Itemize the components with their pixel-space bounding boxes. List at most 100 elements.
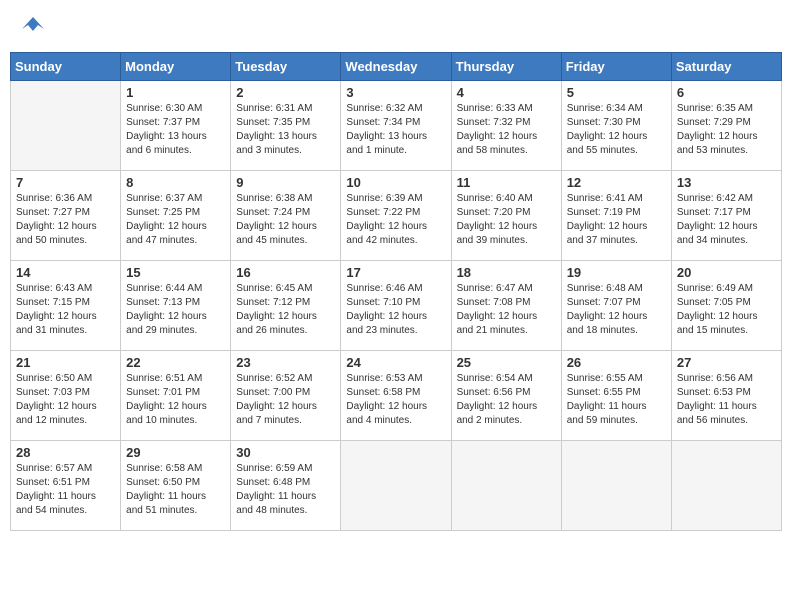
- calendar-cell: 11 Sunrise: 6:40 AMSunset: 7:20 PMDayligh…: [451, 171, 561, 261]
- day-number: 2: [236, 85, 335, 100]
- weekday-header: Monday: [121, 53, 231, 81]
- day-number: 4: [457, 85, 556, 100]
- day-number: 22: [126, 355, 225, 370]
- cell-info: Sunrise: 6:52 AMSunset: 7:00 PMDaylight:…: [236, 372, 335, 428]
- day-number: 8: [126, 175, 225, 190]
- day-number: 19: [567, 265, 666, 280]
- cell-info: Sunrise: 6:38 AMSunset: 7:24 PMDaylight:…: [236, 192, 335, 248]
- calendar-cell: 15 Sunrise: 6:44 AMSunset: 7:13 PMDayligh…: [121, 261, 231, 351]
- cell-info: Sunrise: 6:44 AMSunset: 7:13 PMDaylight:…: [126, 282, 225, 338]
- calendar-cell: 21 Sunrise: 6:50 AMSunset: 7:03 PMDayligh…: [11, 351, 121, 441]
- cell-info: Sunrise: 6:49 AMSunset: 7:05 PMDaylight:…: [677, 282, 776, 338]
- day-number: 1: [126, 85, 225, 100]
- cell-info: Sunrise: 6:55 AMSunset: 6:55 PMDaylight:…: [567, 372, 666, 428]
- day-number: 20: [677, 265, 776, 280]
- calendar-cell: 2 Sunrise: 6:31 AMSunset: 7:35 PMDaylight…: [231, 81, 341, 171]
- calendar-cell: [561, 441, 671, 531]
- cell-info: Sunrise: 6:45 AMSunset: 7:12 PMDaylight:…: [236, 282, 335, 338]
- cell-info: Sunrise: 6:48 AMSunset: 7:07 PMDaylight:…: [567, 282, 666, 338]
- day-number: 23: [236, 355, 335, 370]
- calendar-cell: 25 Sunrise: 6:54 AMSunset: 6:56 PMDayligh…: [451, 351, 561, 441]
- calendar-cell: 28 Sunrise: 6:57 AMSunset: 6:51 PMDayligh…: [11, 441, 121, 531]
- weekday-header: Tuesday: [231, 53, 341, 81]
- header: [10, 10, 782, 44]
- day-number: 3: [346, 85, 445, 100]
- cell-info: Sunrise: 6:30 AMSunset: 7:37 PMDaylight:…: [126, 102, 225, 158]
- cell-info: Sunrise: 6:50 AMSunset: 7:03 PMDaylight:…: [16, 372, 115, 428]
- calendar-cell: 4 Sunrise: 6:33 AMSunset: 7:32 PMDaylight…: [451, 81, 561, 171]
- cell-info: Sunrise: 6:58 AMSunset: 6:50 PMDaylight:…: [126, 462, 225, 518]
- cell-info: Sunrise: 6:37 AMSunset: 7:25 PMDaylight:…: [126, 192, 225, 248]
- calendar-cell: [671, 441, 781, 531]
- calendar: SundayMondayTuesdayWednesdayThursdayFrid…: [10, 52, 782, 531]
- calendar-header-row: SundayMondayTuesdayWednesdayThursdayFrid…: [11, 53, 782, 81]
- calendar-cell: 20 Sunrise: 6:49 AMSunset: 7:05 PMDayligh…: [671, 261, 781, 351]
- calendar-cell: 8 Sunrise: 6:37 AMSunset: 7:25 PMDaylight…: [121, 171, 231, 261]
- calendar-cell: [341, 441, 451, 531]
- calendar-cell: [451, 441, 561, 531]
- cell-info: Sunrise: 6:46 AMSunset: 7:10 PMDaylight:…: [346, 282, 445, 338]
- calendar-cell: 16 Sunrise: 6:45 AMSunset: 7:12 PMDayligh…: [231, 261, 341, 351]
- day-number: 21: [16, 355, 115, 370]
- weekday-header: Wednesday: [341, 53, 451, 81]
- day-number: 16: [236, 265, 335, 280]
- day-number: 24: [346, 355, 445, 370]
- day-number: 28: [16, 445, 115, 460]
- calendar-cell: 26 Sunrise: 6:55 AMSunset: 6:55 PMDayligh…: [561, 351, 671, 441]
- cell-info: Sunrise: 6:33 AMSunset: 7:32 PMDaylight:…: [457, 102, 556, 158]
- cell-info: Sunrise: 6:40 AMSunset: 7:20 PMDaylight:…: [457, 192, 556, 248]
- cell-info: Sunrise: 6:57 AMSunset: 6:51 PMDaylight:…: [16, 462, 115, 518]
- day-number: 27: [677, 355, 776, 370]
- cell-info: Sunrise: 6:39 AMSunset: 7:22 PMDaylight:…: [346, 192, 445, 248]
- day-number: 12: [567, 175, 666, 190]
- calendar-cell: 17 Sunrise: 6:46 AMSunset: 7:10 PMDayligh…: [341, 261, 451, 351]
- calendar-row: 7Sunrise: 6:36 AMSunset: 7:27 PMDaylight…: [11, 171, 782, 261]
- calendar-row: 21 Sunrise: 6:50 AMSunset: 7:03 PMDayligh…: [11, 351, 782, 441]
- day-number: 25: [457, 355, 556, 370]
- cell-info: Sunrise: 6:34 AMSunset: 7:30 PMDaylight:…: [567, 102, 666, 158]
- day-number: 10: [346, 175, 445, 190]
- day-number: 6: [677, 85, 776, 100]
- cell-info: Sunrise: 6:41 AMSunset: 7:19 PMDaylight:…: [567, 192, 666, 248]
- logo-bird-icon: [22, 15, 44, 33]
- calendar-cell: 27 Sunrise: 6:56 AMSunset: 6:53 PMDayligh…: [671, 351, 781, 441]
- calendar-cell: 12 Sunrise: 6:41 AMSunset: 7:19 PMDayligh…: [561, 171, 671, 261]
- day-number: 15: [126, 265, 225, 280]
- cell-info: Sunrise: 6:53 AMSunset: 6:58 PMDaylight:…: [346, 372, 445, 428]
- day-number: 18: [457, 265, 556, 280]
- calendar-cell: 18Sunrise: 6:47 AMSunset: 7:08 PMDayligh…: [451, 261, 561, 351]
- calendar-cell: 30Sunrise: 6:59 AMSunset: 6:48 PMDayligh…: [231, 441, 341, 531]
- day-number: 11: [457, 175, 556, 190]
- calendar-cell: 13 Sunrise: 6:42 AMSunset: 7:17 PMDayligh…: [671, 171, 781, 261]
- day-number: 30: [236, 445, 335, 460]
- logo: [20, 15, 44, 39]
- calendar-cell: 9 Sunrise: 6:38 AMSunset: 7:24 PMDaylight…: [231, 171, 341, 261]
- calendar-cell: 1 Sunrise: 6:30 AMSunset: 7:37 PMDaylight…: [121, 81, 231, 171]
- day-number: 29: [126, 445, 225, 460]
- cell-info: Sunrise: 6:42 AMSunset: 7:17 PMDaylight:…: [677, 192, 776, 248]
- cell-info: Sunrise: 6:35 AMSunset: 7:29 PMDaylight:…: [677, 102, 776, 158]
- calendar-cell: 22 Sunrise: 6:51 AMSunset: 7:01 PMDayligh…: [121, 351, 231, 441]
- cell-info: Sunrise: 6:32 AMSunset: 7:34 PMDaylight:…: [346, 102, 445, 158]
- cell-info: Sunrise: 6:43 AMSunset: 7:15 PMDaylight:…: [16, 282, 115, 338]
- day-number: 9: [236, 175, 335, 190]
- calendar-row: 14Sunrise: 6:43 AMSunset: 7:15 PMDayligh…: [11, 261, 782, 351]
- calendar-cell: 10 Sunrise: 6:39 AMSunset: 7:22 PMDayligh…: [341, 171, 451, 261]
- weekday-header: Friday: [561, 53, 671, 81]
- day-number: 13: [677, 175, 776, 190]
- day-number: 26: [567, 355, 666, 370]
- cell-info: Sunrise: 6:31 AMSunset: 7:35 PMDaylight:…: [236, 102, 335, 158]
- cell-info: Sunrise: 6:51 AMSunset: 7:01 PMDaylight:…: [126, 372, 225, 428]
- calendar-cell: 6 Sunrise: 6:35 AMSunset: 7:29 PMDaylight…: [671, 81, 781, 171]
- weekday-header: Thursday: [451, 53, 561, 81]
- calendar-cell: 5Sunrise: 6:34 AMSunset: 7:30 PMDaylight…: [561, 81, 671, 171]
- day-number: 17: [346, 265, 445, 280]
- cell-info: Sunrise: 6:56 AMSunset: 6:53 PMDaylight:…: [677, 372, 776, 428]
- calendar-cell: 29 Sunrise: 6:58 AMSunset: 6:50 PMDayligh…: [121, 441, 231, 531]
- cell-info: Sunrise: 6:54 AMSunset: 6:56 PMDaylight:…: [457, 372, 556, 428]
- calendar-cell: 7Sunrise: 6:36 AMSunset: 7:27 PMDaylight…: [11, 171, 121, 261]
- calendar-row: 28 Sunrise: 6:57 AMSunset: 6:51 PMDayligh…: [11, 441, 782, 531]
- weekday-header: Saturday: [671, 53, 781, 81]
- calendar-row: 1 Sunrise: 6:30 AMSunset: 7:37 PMDaylight…: [11, 81, 782, 171]
- day-number: 7: [16, 175, 115, 190]
